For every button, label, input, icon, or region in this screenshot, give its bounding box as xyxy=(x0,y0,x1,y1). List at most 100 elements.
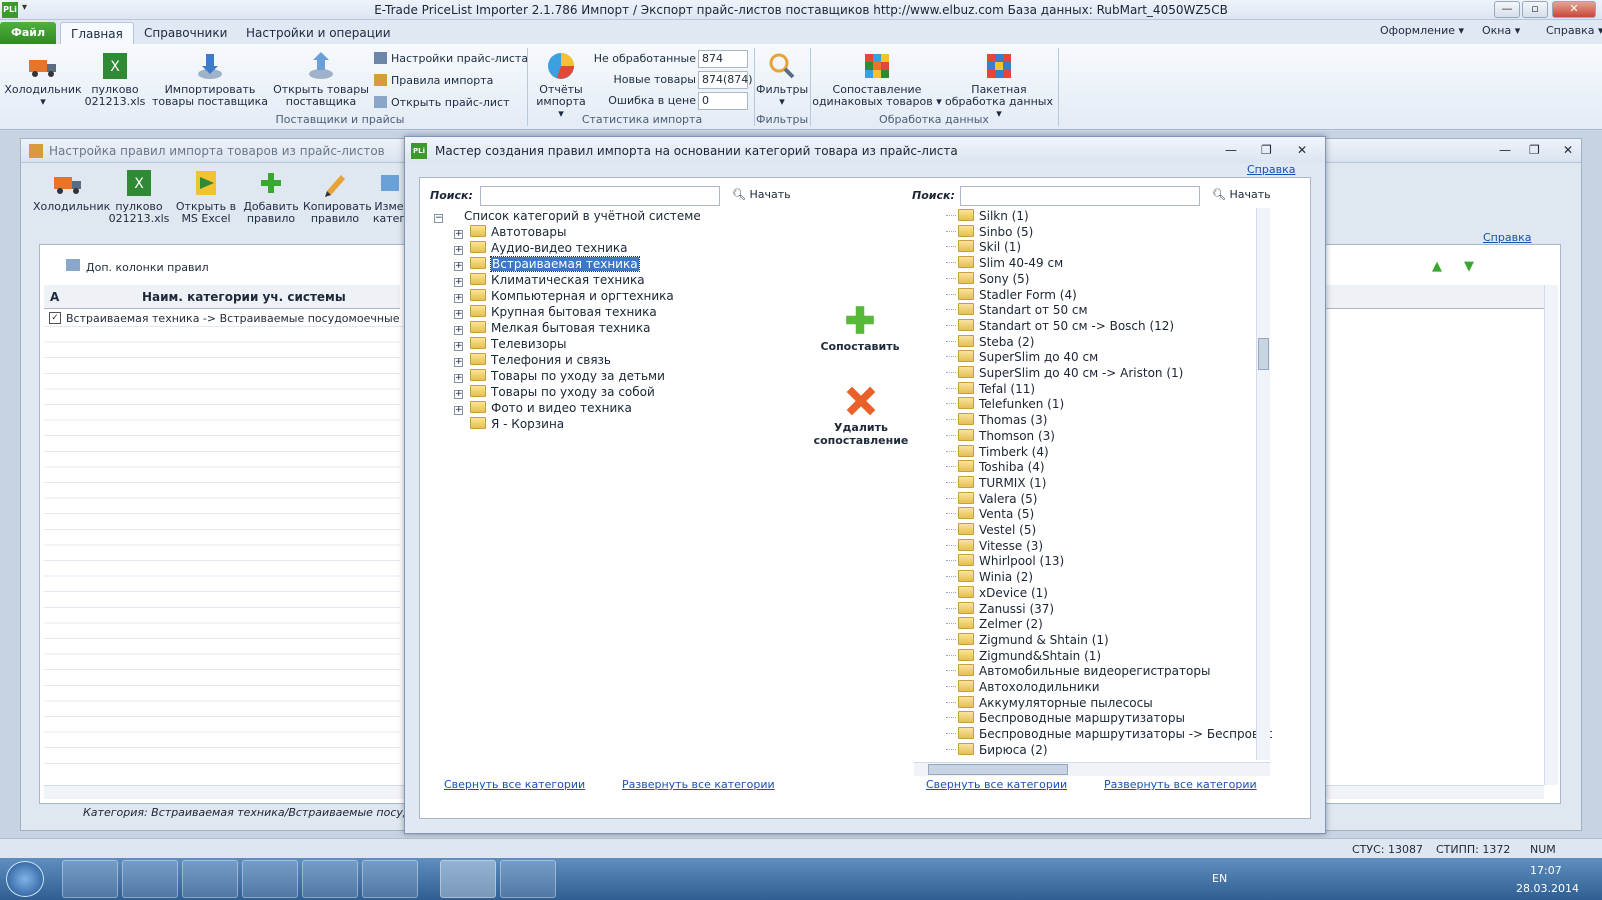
pricelist-importer-taskbar-icon[interactable] xyxy=(440,860,496,898)
tree-node[interactable]: Бирюса (2) xyxy=(946,742,1048,758)
tree-node[interactable]: + Товары по уходу за детьми xyxy=(454,368,665,384)
tree-node[interactable]: Whirlpool (13) xyxy=(946,553,1064,569)
extra-columns-button[interactable]: Доп. колонки правил xyxy=(86,261,209,274)
tree-node[interactable]: Zigmund & Shtain (1) xyxy=(946,632,1109,648)
tree-node[interactable]: Беспроводные маршрутизаторы xyxy=(946,710,1185,726)
tree-node[interactable]: Автомобильные видеорегистраторы xyxy=(946,663,1210,679)
tree-node[interactable]: Vitesse (3) xyxy=(946,538,1043,554)
mdi-minimize-button[interactable]: — xyxy=(1499,143,1511,157)
tab-home[interactable]: Главная xyxy=(60,22,134,44)
hscroll-thumb[interactable] xyxy=(928,764,1068,775)
reports-button[interactable]: Отчёты импорта ▾ xyxy=(532,50,590,120)
clock-date[interactable]: 28.03.2014 xyxy=(1516,882,1579,895)
internet-explorer-icon[interactable] xyxy=(122,860,178,898)
match-button[interactable]: Сопоставить xyxy=(812,303,908,353)
copy-rule-button[interactable]: Копировать правило xyxy=(303,167,372,225)
explorer-icon[interactable] xyxy=(62,860,118,898)
chrome-icon[interactable] xyxy=(242,860,298,898)
table-row[interactable]: ✓ Встраиваемая техника -> Встраиваемые п… xyxy=(44,311,451,327)
import-goods-button[interactable]: Импортировать товары поставщика xyxy=(150,50,270,108)
tree-node[interactable]: + Климатическая техника xyxy=(454,272,645,288)
tree-node[interactable]: + Товары по уходу за собой xyxy=(454,384,655,400)
right-search-button[interactable]: 🔍︎ Начать xyxy=(1212,188,1271,201)
expand-icon[interactable]: + xyxy=(454,406,463,415)
tree-node[interactable]: Telefunken (1) xyxy=(946,396,1064,412)
tree-node[interactable]: Аккумуляторные пылесосы xyxy=(946,695,1153,711)
tree-node[interactable]: xDevice (1) xyxy=(946,585,1048,601)
screenshot-tool-icon[interactable] xyxy=(302,860,358,898)
tree-node[interactable]: TURMIX (1) xyxy=(946,475,1046,491)
tree-node[interactable]: Thomson (3) xyxy=(946,428,1055,444)
tree-node[interactable]: Timberk (4) xyxy=(946,444,1049,460)
tree-node[interactable]: Winia (2) xyxy=(946,569,1033,585)
right-search-input[interactable] xyxy=(960,186,1200,206)
tree-node[interactable]: Sinbo (5) xyxy=(946,224,1033,240)
tree-node[interactable]: + Аудио-видео техника xyxy=(454,240,628,256)
pricelist-button[interactable]: X пулково 021213.xls xyxy=(84,50,146,108)
tree-node[interactable]: Slim 40-49 см xyxy=(946,255,1063,271)
import-rules-button[interactable]: Правила импорта xyxy=(374,74,493,87)
tree-node[interactable]: Zigmund&Shtain (1) xyxy=(946,648,1101,664)
open-pricelist-button[interactable]: Открыть прайс-лист xyxy=(374,96,509,109)
help-dropdown[interactable]: Справка ▾ xyxy=(1546,24,1602,37)
minimize-button[interactable]: — xyxy=(1494,1,1520,18)
tree-node[interactable]: Steba (2) xyxy=(946,334,1035,350)
maximize-button[interactable]: ▫ xyxy=(1522,1,1548,18)
tree-node[interactable]: SuperSlim до 40 см -> Ariston (1) xyxy=(946,365,1183,381)
expand-icon[interactable]: + xyxy=(454,246,463,255)
tree-node[interactable]: Автохолодильники xyxy=(946,679,1100,695)
mdi-restore-button[interactable]: ❐ xyxy=(1529,143,1540,157)
mdi-close-button[interactable]: ✕ xyxy=(1563,143,1573,157)
expand-icon[interactable]: + xyxy=(454,294,463,303)
expand-icon[interactable]: + xyxy=(454,262,463,271)
expand-icon[interactable]: + xyxy=(454,358,463,367)
row-checkbox[interactable]: ✓ xyxy=(49,312,61,324)
collapse-icon[interactable]: − xyxy=(434,214,443,223)
left-search-button[interactable]: 🔍︎ Начать xyxy=(732,188,791,201)
tree-node[interactable]: Toshiba (4) xyxy=(946,459,1045,475)
expand-icon[interactable]: + xyxy=(454,342,463,351)
grid-vscrollbar[interactable] xyxy=(1544,285,1558,785)
delete-match-button[interactable]: Удалить сопоставление xyxy=(806,384,916,447)
tree-node[interactable]: + Телефония и связь xyxy=(454,352,611,368)
open-goods-button[interactable]: Открыть товары поставщика xyxy=(272,50,370,108)
tree-node[interactable]: Stadler Form (4) xyxy=(946,287,1077,303)
change-category-button[interactable]: Изме катег xyxy=(369,167,409,225)
dialog-close-button[interactable]: ✕ xyxy=(1297,143,1307,157)
tree-node[interactable]: + Компьютерная и оргтехника xyxy=(454,288,674,304)
mdi-supplier-button[interactable]: Холодильник xyxy=(33,167,110,213)
tree-node[interactable]: Silkn (1) xyxy=(946,208,1029,224)
mdi-pricelist-button[interactable]: X пулково 021213.xls xyxy=(107,167,171,225)
clock-time[interactable]: 17:07 xyxy=(1530,864,1562,877)
tree-node[interactable]: + Встраиваемая техника xyxy=(454,256,640,272)
dialog-help-link[interactable]: Справка xyxy=(1247,163,1295,176)
excel-taskbar-icon[interactable] xyxy=(500,860,556,898)
language-indicator[interactable]: EN xyxy=(1212,872,1227,885)
tab-references[interactable]: Справочники xyxy=(134,22,237,44)
tree-node[interactable]: Standart от 50 см -> Bosch (12) xyxy=(946,318,1174,334)
dialog-restore-button[interactable]: ❐ xyxy=(1261,143,1272,157)
tree-node[interactable]: + Крупная бытовая техника xyxy=(454,304,657,320)
tree-node[interactable]: Venta (5) xyxy=(946,506,1034,522)
tree-node[interactable]: Я - Корзина xyxy=(454,416,564,432)
scroll-thumb[interactable] xyxy=(1258,338,1269,370)
add-rule-button[interactable]: Добавить правило xyxy=(241,167,301,225)
tree-node[interactable]: Tefal (11) xyxy=(946,381,1035,397)
tree-node[interactable]: Valera (5) xyxy=(946,491,1037,507)
mdi-help-link[interactable]: Справка xyxy=(1483,231,1531,244)
left-collapse-all-link[interactable]: Свернуть все категории xyxy=(444,778,585,791)
left-expand-all-link[interactable]: Развернуть все категории xyxy=(622,778,775,791)
left-search-input[interactable] xyxy=(480,186,720,206)
expand-icon[interactable]: + xyxy=(454,326,463,335)
tree-node[interactable]: Беспроводные маршрутизаторы -> Беспровод… xyxy=(946,726,1272,742)
tree-node[interactable]: Skil (1) xyxy=(946,239,1021,255)
tree-node[interactable]: Zanussi (37) xyxy=(946,601,1054,617)
filters-button[interactable]: Фильтры ▾ xyxy=(756,50,808,108)
dialog-minimize-button[interactable]: — xyxy=(1225,143,1237,157)
tree-node[interactable]: + Телевизоры xyxy=(454,336,566,352)
tree-node[interactable]: Zelmer (2) xyxy=(946,616,1043,632)
expand-icon[interactable]: + xyxy=(454,374,463,383)
tab-settings[interactable]: Настройки и операции xyxy=(236,22,401,44)
col-a-header[interactable]: A xyxy=(50,290,59,304)
windows-dropdown[interactable]: Окна ▾ xyxy=(1482,24,1520,37)
